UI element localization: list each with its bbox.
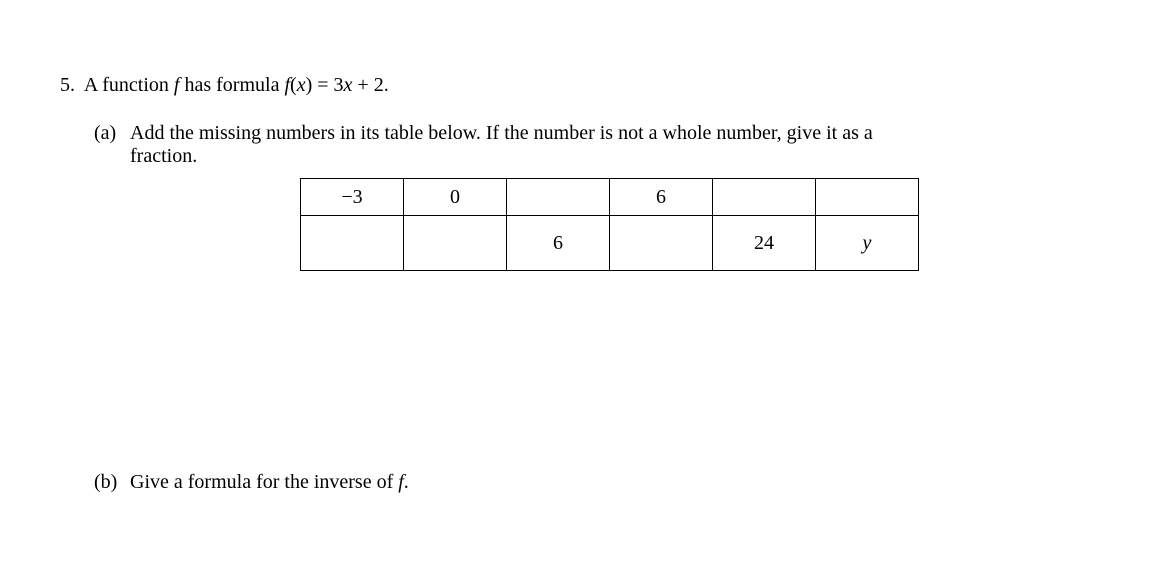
table-cell[interactable]: 0 [404,179,507,216]
cell-value: 6 [656,186,666,208]
part-b-text-suffix: . [404,471,409,493]
table-row: 6 24 y [301,216,919,271]
cell-value: 24 [754,232,774,254]
table-cell[interactable]: 6 [610,179,713,216]
part-a: (a) Add the missing numbers in its table… [94,122,1110,471]
problem-intro: 5. A function f has formula f(x) = 3x + … [60,70,1110,100]
table-cell[interactable]: 6 [507,216,610,271]
table-cell[interactable] [507,179,610,216]
cell-value: 0 [450,186,460,208]
page: 5. A function f has formula f(x) = 3x + … [0,0,1170,586]
cell-value: −3 [341,186,362,208]
part-a-line2: fraction. [130,145,1110,168]
problem-number: 5. [60,74,75,96]
table-cell[interactable] [713,179,816,216]
table-cell[interactable] [301,216,404,271]
function-table: −3 0 6 6 24 y [300,178,919,271]
formula-paren-close-eq: ) = 3 [306,74,344,96]
formula-x: x [297,74,306,96]
part-b-text-prefix: Give a formula for the inverse of [130,471,398,493]
subproblems: (a) Add the missing numbers in its table… [60,122,1110,494]
part-a-label: (a) [94,122,130,145]
part-b: (b) Give a formula for the inverse of f. [94,471,1110,494]
cell-value: 6 [553,232,563,254]
table-row: −3 0 6 [301,179,919,216]
table-cell[interactable] [610,216,713,271]
formula-tail: + 2. [352,74,388,96]
part-a-body: Add the missing numbers in its table bel… [130,122,1110,471]
table-cell[interactable]: 24 [713,216,816,271]
table-cell[interactable] [404,216,507,271]
function-table-wrap: −3 0 6 6 24 y [300,178,1110,271]
intro-text-mid: has formula [179,74,284,96]
table-cell[interactable]: y [816,216,919,271]
part-b-label: (b) [94,471,130,494]
intro-text-prefix: A function [84,74,174,96]
cell-value: y [863,232,872,254]
part-a-line1: Add the missing numbers in its table bel… [130,122,1110,145]
table-cell[interactable] [816,179,919,216]
table-cell[interactable]: −3 [301,179,404,216]
vertical-gap [130,271,1110,471]
formula-paren-open: ( [290,74,297,96]
part-b-body: Give a formula for the inverse of f. [130,471,1110,494]
